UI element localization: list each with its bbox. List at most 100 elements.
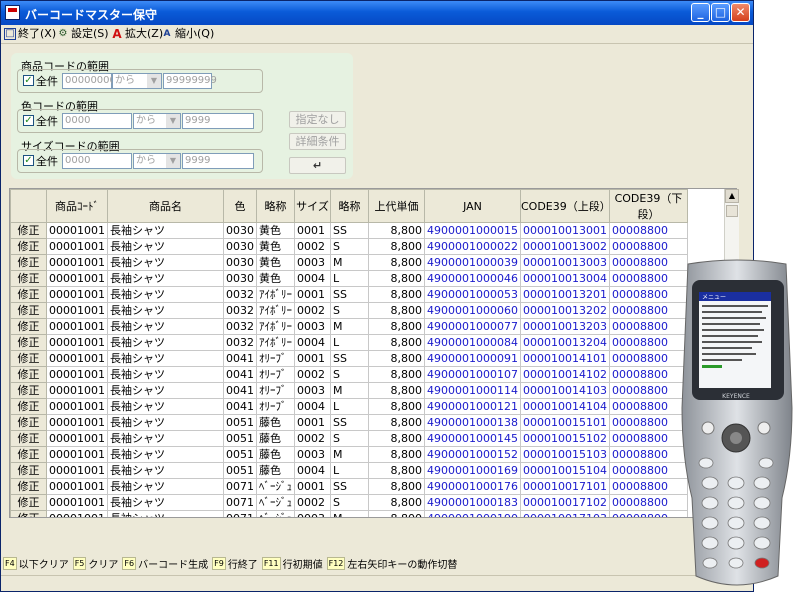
table-cell[interactable]: 長袖シャツ: [107, 222, 224, 239]
table-cell[interactable]: 4900001000084: [424, 334, 521, 351]
column-header[interactable]: 上代単価: [368, 189, 425, 223]
column-header[interactable]: CODE39（下段）: [608, 189, 688, 223]
table-cell[interactable]: 00001001: [46, 398, 108, 415]
table-cell[interactable]: SS: [330, 222, 369, 239]
table-cell[interactable]: 0001: [294, 414, 331, 431]
table-cell[interactable]: 8,800: [368, 350, 425, 367]
table-cell[interactable]: S: [330, 238, 369, 255]
edit-row-button[interactable]: 修正: [10, 254, 47, 271]
table-cell[interactable]: ｱｲﾎﾞﾘｰ: [256, 302, 295, 319]
size-to-input[interactable]: 9999: [182, 153, 254, 169]
table-cell[interactable]: 長袖シャツ: [107, 494, 224, 511]
table-cell[interactable]: 00001001: [46, 478, 108, 495]
table-cell[interactable]: 0004: [294, 462, 331, 479]
table-cell[interactable]: 8,800: [368, 462, 425, 479]
column-header[interactable]: CODE39（上段）: [519, 189, 611, 223]
table-cell[interactable]: M: [330, 446, 369, 463]
menu-settings[interactable]: ⚙ 設定(S): [57, 27, 109, 41]
table-cell[interactable]: 000010017102: [519, 494, 610, 511]
table-cell[interactable]: ｵﾘｰﾌﾞ: [256, 350, 295, 367]
table-cell[interactable]: 000010015103: [519, 446, 610, 463]
table-row[interactable]: 修正 00001001 長袖シャツ 0032 ｱｲﾎﾞﾘｰ 0003 M 8,800 49000…: [10, 318, 688, 335]
table-cell[interactable]: SS: [330, 414, 369, 431]
table-cell[interactable]: 0003: [294, 318, 331, 335]
minimize-button[interactable]: _: [691, 3, 710, 22]
table-cell[interactable]: 0002: [294, 494, 331, 511]
color-all-checkbox[interactable]: ✓: [23, 115, 34, 126]
table-cell[interactable]: 藤色: [256, 446, 295, 463]
table-cell[interactable]: 長袖シャツ: [107, 238, 224, 255]
table-cell[interactable]: L: [330, 462, 369, 479]
table-cell[interactable]: 長袖シャツ: [107, 270, 224, 287]
table-cell[interactable]: 000010013004: [519, 270, 610, 287]
product-range-select[interactable]: から ▼: [112, 73, 162, 89]
table-row[interactable]: 修正 00001001 長袖シャツ 0030 黄色 0003 M 8,800 490000100…: [10, 254, 688, 271]
edit-row-button[interactable]: 修正: [10, 494, 47, 511]
maximize-button[interactable]: □: [711, 3, 730, 22]
table-cell[interactable]: 0003: [294, 382, 331, 399]
table-cell[interactable]: 4900001000039: [424, 254, 521, 271]
size-range-select[interactable]: から ▼: [133, 153, 181, 169]
table-cell[interactable]: 0041: [223, 398, 257, 415]
table-cell[interactable]: 0051: [223, 430, 257, 447]
table-cell[interactable]: 0001: [294, 350, 331, 367]
fkey-f11[interactable]: F11 行初期値: [261, 556, 323, 571]
table-cell[interactable]: 長袖シャツ: [107, 510, 224, 517]
table-cell[interactable]: 0041: [223, 350, 257, 367]
edit-row-button[interactable]: 修正: [10, 510, 47, 517]
table-cell[interactable]: 000010013002: [519, 238, 610, 255]
title-bar[interactable]: バーコードマスター保守 _ □ ✕: [1, 1, 753, 25]
table-row[interactable]: 修正 00001001 長袖シャツ 0051 藤色 0002 S 8,800 490000100…: [10, 430, 688, 447]
table-cell[interactable]: 0001: [294, 222, 331, 239]
edit-row-button[interactable]: 修正: [10, 222, 47, 239]
product-all-checkbox[interactable]: ✓: [23, 75, 34, 86]
edit-row-button[interactable]: 修正: [10, 414, 47, 431]
table-cell[interactable]: 00001001: [46, 286, 108, 303]
table-row[interactable]: 修正 00001001 長袖シャツ 0032 ｱｲﾎﾞﾘｰ 0002 S 8,800 49000…: [10, 302, 688, 319]
table-cell[interactable]: 0032: [223, 318, 257, 335]
table-cell[interactable]: 000010013001: [519, 222, 610, 239]
edit-row-button[interactable]: 修正: [10, 382, 47, 399]
table-cell[interactable]: SS: [330, 286, 369, 303]
table-cell[interactable]: 長袖シャツ: [107, 462, 224, 479]
table-cell[interactable]: 長袖シャツ: [107, 334, 224, 351]
table-cell[interactable]: 00001001: [46, 366, 108, 383]
edit-row-button[interactable]: 修正: [10, 462, 47, 479]
table-row[interactable]: 修正 00001001 長袖シャツ 0041 ｵﾘｰﾌﾞ 0003 M 8,800 490000…: [10, 382, 688, 399]
table-cell[interactable]: 長袖シャツ: [107, 398, 224, 415]
table-cell[interactable]: M: [330, 382, 369, 399]
table-cell[interactable]: S: [330, 494, 369, 511]
detail-conditions-button[interactable]: 詳細条件: [289, 133, 346, 150]
table-cell[interactable]: 000010017103: [519, 510, 610, 517]
table-cell[interactable]: ｵﾘｰﾌﾞ: [256, 398, 295, 415]
table-cell[interactable]: 00001001: [46, 382, 108, 399]
table-cell[interactable]: 0030: [223, 254, 257, 271]
table-cell[interactable]: 4900001000145: [424, 430, 521, 447]
table-cell[interactable]: 長袖シャツ: [107, 286, 224, 303]
table-row[interactable]: 修正 00001001 長袖シャツ 0030 黄色 0001 SS 8,800 49000010…: [10, 222, 688, 239]
close-button[interactable]: ✕: [731, 3, 750, 22]
edit-row-button[interactable]: 修正: [10, 286, 47, 303]
table-cell[interactable]: 4900001000138: [424, 414, 521, 431]
enter-button[interactable]: ↵: [289, 157, 346, 174]
column-header[interactable]: サイズ: [294, 189, 331, 223]
table-cell[interactable]: 8,800: [368, 382, 425, 399]
table-cell[interactable]: S: [330, 366, 369, 383]
table-cell[interactable]: 8,800: [368, 286, 425, 303]
table-cell[interactable]: M: [330, 254, 369, 271]
fkey-f9[interactable]: F9 行終了: [212, 556, 258, 571]
table-cell[interactable]: 8,800: [368, 270, 425, 287]
table-cell[interactable]: 0032: [223, 334, 257, 351]
table-row[interactable]: 修正 00001001 長袖シャツ 0032 ｱｲﾎﾞﾘｰ 0001 SS 8,800 4900…: [10, 286, 688, 303]
table-cell[interactable]: 0030: [223, 270, 257, 287]
edit-row-button[interactable]: 修正: [10, 302, 47, 319]
table-cell[interactable]: 0004: [294, 334, 331, 351]
column-header[interactable]: 商品名: [107, 189, 224, 223]
table-cell[interactable]: 長袖シャツ: [107, 478, 224, 495]
table-cell[interactable]: 8,800: [368, 494, 425, 511]
table-cell[interactable]: 8,800: [368, 238, 425, 255]
table-cell[interactable]: ｱｲﾎﾞﾘｰ: [256, 334, 295, 351]
table-cell[interactable]: 4900001000022: [424, 238, 521, 255]
table-cell[interactable]: 8,800: [368, 318, 425, 335]
table-cell[interactable]: ｵﾘｰﾌﾞ: [256, 382, 295, 399]
